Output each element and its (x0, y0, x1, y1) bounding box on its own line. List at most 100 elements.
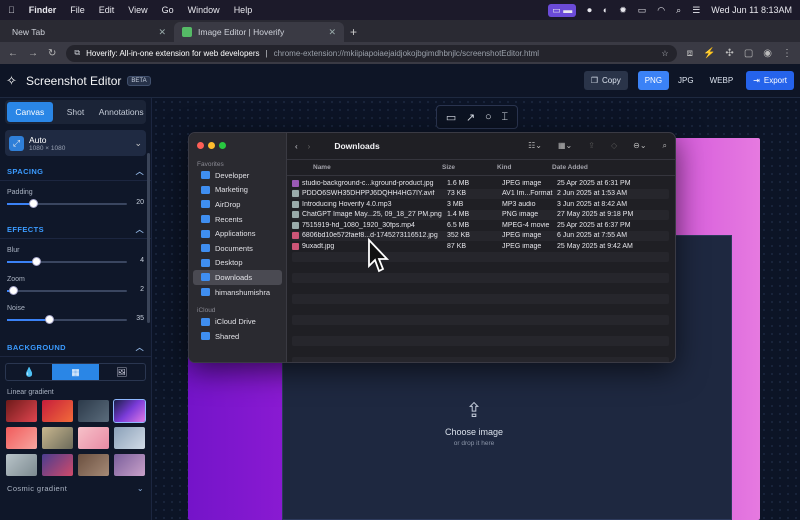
gradient-swatch[interactable] (6, 427, 37, 449)
gradient-swatch[interactable] (78, 454, 109, 476)
menu-view[interactable]: View (128, 5, 147, 15)
image-icon[interactable]: 🖼 (99, 364, 145, 380)
col-date[interactable]: Date Added (552, 164, 588, 171)
battery-icon[interactable]: ▭ (638, 5, 647, 16)
finder-sidebar-item-desktop[interactable]: Desktop (193, 256, 282, 271)
menu-help[interactable]: Help (234, 5, 253, 15)
upload-prompt[interactable]: ⇪ Choose image or drop it here (188, 398, 760, 447)
tab-shot[interactable]: Shot (53, 102, 99, 122)
file-row[interactable]: 6806bd10e572faef8...d-1745273116512.jpg 3… (292, 230, 669, 241)
forward-icon[interactable]: › (308, 142, 311, 151)
solid-color-icon[interactable]: 💧 (6, 364, 52, 380)
split-view-icon[interactable]: ▢ (744, 48, 753, 59)
slider-knob[interactable] (29, 199, 39, 208)
apple-icon[interactable]:  (8, 5, 15, 15)
col-name[interactable]: Name (287, 164, 442, 171)
back-icon[interactable]: ← (8, 48, 18, 59)
search-icon[interactable]: ⌕ (663, 141, 667, 151)
close-window-button[interactable] (197, 142, 204, 149)
circle-tool-icon[interactable]: ○ (485, 111, 492, 123)
format-webp-button[interactable]: WEBP (703, 71, 741, 90)
noise-slider[interactable]: 35 (7, 314, 144, 326)
focus-icon[interactable]: ◐ (603, 5, 608, 15)
reload-icon[interactable]: ↻ (48, 48, 56, 59)
forward-icon[interactable]: → (28, 48, 38, 59)
clock[interactable]: Wed Jun 11 8:13AM (711, 5, 792, 15)
hoverify-extension-icon[interactable]: ⚡ (703, 48, 715, 59)
rectangle-tool-icon[interactable]: ▭ (446, 111, 456, 124)
section-spacing[interactable]: SPACING ︿ (0, 166, 151, 177)
close-icon[interactable]: ✕ (328, 27, 336, 38)
address-bar[interactable]: ⧉ Hoverify: All-in-one extension for web… (66, 44, 677, 62)
bookmark-star-icon[interactable]: ☆ (661, 49, 668, 58)
copy-button[interactable]: ❐ Copy (583, 71, 628, 90)
finder-sidebar-item-documents[interactable]: Documents (193, 241, 282, 256)
sidebar-scrollbar[interactable] (147, 153, 150, 323)
finder-sidebar-item-downloads[interactable]: Downloads (193, 270, 282, 285)
record-icon[interactable]: ⏺ (587, 5, 592, 16)
gradient-swatch[interactable] (6, 400, 37, 422)
gradient-swatch[interactable] (6, 454, 37, 476)
format-png-button[interactable]: PNG (637, 71, 670, 90)
menu-app[interactable]: Finder (29, 5, 57, 15)
control-center-icon[interactable]: ☰ (692, 5, 700, 16)
col-kind[interactable]: Kind (497, 164, 552, 171)
arrow-tool-icon[interactable]: ↗ (466, 111, 475, 124)
padding-slider[interactable]: 20 (7, 198, 144, 210)
search-icon[interactable]: ⌕ (676, 5, 681, 16)
finder-sidebar-item-developer[interactable]: Developer (193, 168, 282, 183)
finder-sidebar-item-himanshumishra[interactable]: himanshumishra (193, 285, 282, 300)
gradient-swatch[interactable] (113, 399, 146, 423)
section-effects[interactable]: EFFECTS ︿ (0, 224, 151, 235)
menu-window[interactable]: Window (188, 5, 220, 15)
slider-knob[interactable] (45, 315, 54, 324)
text-tool-icon[interactable]: ⌶ (501, 111, 508, 124)
share-icon[interactable]: ⇪ (588, 141, 595, 151)
export-button[interactable]: ⇥ Export (746, 71, 794, 90)
tab-annotations[interactable]: Annotations (98, 102, 144, 122)
finder-sidebar-item-icloud-drive[interactable]: iCloud Drive (193, 314, 282, 329)
gradient-swatch[interactable] (42, 454, 73, 476)
file-row[interactable]: ChatGPT Image May...25, 09_18_27 PM.png 1… (292, 209, 669, 220)
group-icon[interactable]: ▦⌄ (558, 141, 572, 151)
file-row[interactable]: studio-background-c...kground-product.jp… (292, 178, 669, 189)
finder-sidebar-item-marketing[interactable]: Marketing (193, 183, 282, 198)
minimize-window-button[interactable] (208, 142, 215, 149)
format-jpg-button[interactable]: JPG (671, 71, 701, 90)
screen-record-icon[interactable]: ▭ ▬ (548, 3, 577, 17)
section-background[interactable]: BACKGROUND ︿ (0, 342, 151, 353)
gradient-swatch[interactable] (114, 427, 145, 449)
slider-knob[interactable] (9, 286, 18, 295)
profile-icon[interactable]: ◉ (763, 48, 772, 59)
zoom-window-button[interactable] (219, 142, 226, 149)
tab-canvas[interactable]: Canvas (7, 102, 53, 122)
gradient-swatch[interactable] (42, 427, 73, 449)
menu-edit[interactable]: Edit (99, 5, 115, 15)
list-view-icon[interactable]: ☷⌄ (528, 141, 542, 151)
gradient-swatch[interactable] (78, 427, 109, 449)
wifi-icon[interactable]: ◠ (657, 5, 665, 16)
bulb-icon[interactable]: ✹ (619, 5, 627, 16)
close-icon[interactable]: ✕ (158, 27, 166, 38)
finder-sidebar-item-applications[interactable]: Applications (193, 226, 282, 241)
gradient-swatch[interactable] (114, 454, 145, 476)
slider-knob[interactable] (31, 257, 41, 266)
cosmic-gradient-header[interactable]: Cosmic gradient ⌄ (0, 484, 151, 493)
more-menu-icon[interactable]: ⋮ (782, 48, 792, 59)
tab-new-tab[interactable]: New Tab ✕ (4, 22, 174, 42)
tab-image-editor[interactable]: Image Editor | Hoverify ✕ (174, 22, 344, 42)
finder-sidebar-item-airdrop[interactable]: AirDrop (193, 197, 282, 212)
file-row[interactable]: 7515919-hd_1080_1920_30fps.mp4 6.5 MB MPEG… (292, 220, 669, 231)
finder-sidebar-item-recents[interactable]: Recents (193, 212, 282, 227)
finder-sidebar-item-shared[interactable]: Shared (193, 329, 282, 344)
col-size[interactable]: Size (442, 164, 497, 171)
menu-go[interactable]: Go (162, 5, 174, 15)
file-row[interactable]: PDDO6SWH35DHPPJ6DQHH4HG7IY.avif 73 KB AV1 … (292, 188, 669, 199)
extensions-icon[interactable]: ✣ (725, 48, 733, 59)
file-row[interactable]: Introducing Hoverify 4.0.mp3 3 MB MP3 audi… (292, 199, 669, 210)
more-actions-icon[interactable]: ⊖⌄ (633, 141, 646, 151)
back-icon[interactable]: ‹ (295, 142, 298, 151)
zoom-slider[interactable]: 2 (7, 285, 144, 297)
tag-icon[interactable]: ◇ (611, 141, 617, 151)
gradient-swatch[interactable] (42, 400, 73, 422)
